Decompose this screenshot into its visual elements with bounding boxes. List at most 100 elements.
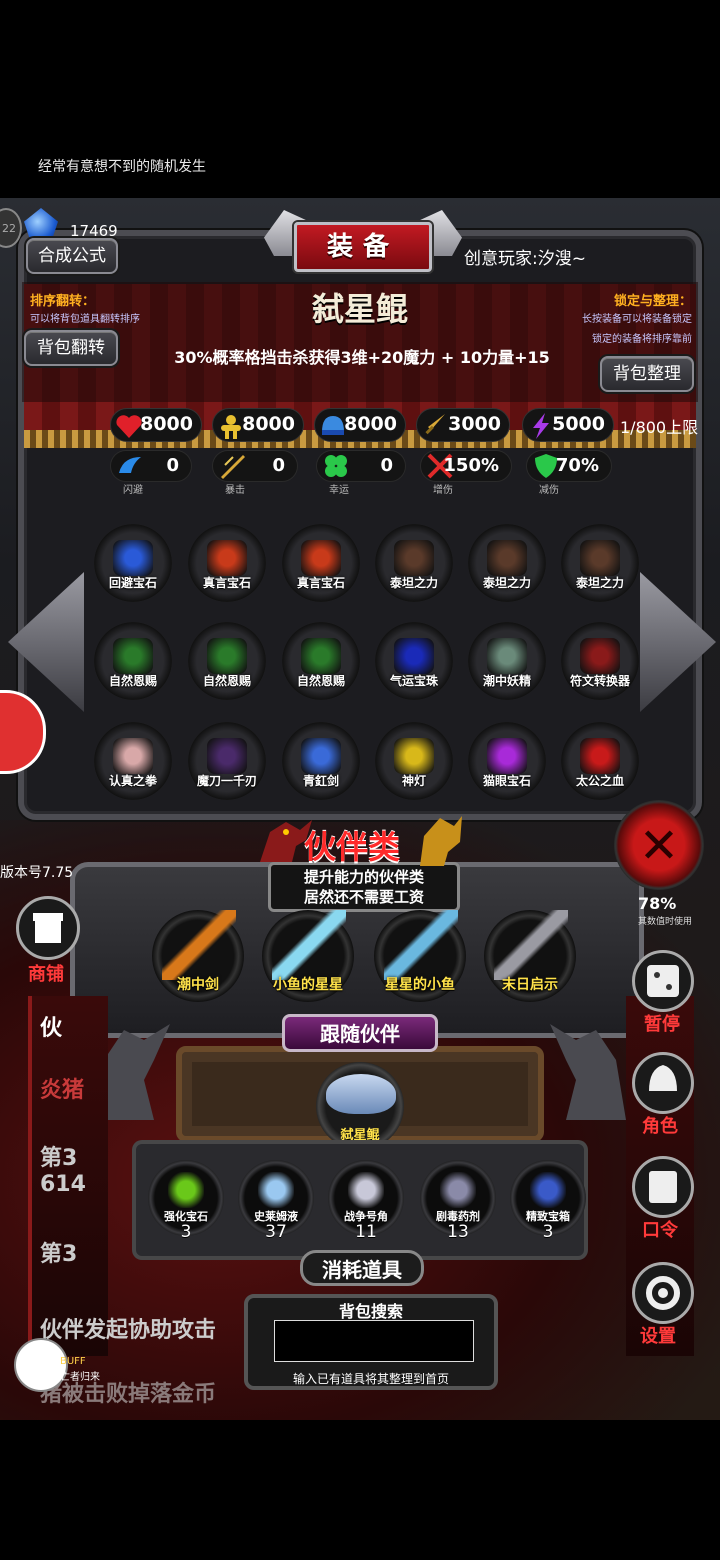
bag-search-input[interactable] <box>274 1320 474 1362</box>
gold-dragon-icon <box>420 816 462 866</box>
selected-item-desc: 30%概率格挡击杀获得3维+20魔力 + 10力量+15 <box>174 348 550 367</box>
bag-sort-button[interactable]: 背包整理 <box>600 356 694 392</box>
top-hint-text: 经常有意想不到的随机发生 <box>38 159 206 175</box>
stat-dodge-label: 闪避 <box>123 485 143 496</box>
log-line-3: 第3 <box>40 1146 78 1171</box>
item-slot[interactable]: 气运宝珠 <box>375 622 453 700</box>
title-banner: 装备 <box>264 206 458 282</box>
partner-slot[interactable]: 末日启示 <box>484 910 576 1002</box>
item-slot[interactable]: 青釭剑 <box>282 722 360 800</box>
partner-name: 末日启示 <box>502 977 558 993</box>
settings-button[interactable] <box>632 1262 694 1324</box>
partner-icon <box>162 910 236 980</box>
item-slot[interactable]: 潮中妖精 <box>468 622 546 700</box>
partner-name: 小鱼的星星 <box>273 977 343 993</box>
item-name: 青釭剑 <box>302 774 339 788</box>
item-icon <box>487 540 527 576</box>
item-name: 自然恩赐 <box>296 674 345 688</box>
item-slot[interactable]: 真言宝石 <box>188 524 266 602</box>
pause-button[interactable] <box>632 950 694 1012</box>
buff-label: BUFF <box>60 1356 86 1367</box>
item-slot[interactable]: 真言宝石 <box>282 524 360 602</box>
stat-attack: 3000 <box>416 408 510 442</box>
stat-dmg-bonus: 150% 增伤 <box>420 450 512 496</box>
consumable-count: 3 <box>180 1222 192 1242</box>
page-title: 装备 <box>326 232 399 262</box>
bag-flip-button[interactable]: 背包翻转 <box>24 330 118 366</box>
version-label: 版本号7.75 <box>0 865 74 881</box>
item-name: 回避宝石 <box>108 576 157 590</box>
stat-hp-value: 8000 <box>140 413 193 435</box>
item-name: 潮中妖精 <box>482 674 531 688</box>
partner-icon <box>384 910 458 980</box>
item-slot[interactable]: 泰坦之力 <box>375 524 453 602</box>
role-label: 角色 <box>642 1116 678 1137</box>
consumable-slot[interactable]: 战争号角 11 <box>328 1160 404 1242</box>
consumable-icon <box>168 1172 204 1208</box>
bag-search-hint: 输入已有道具将其整理到首页 <box>292 1372 449 1386</box>
consumable-slot[interactable]: 剧毒药剂 13 <box>420 1160 496 1242</box>
stat-luck-value: 0 <box>380 455 393 476</box>
clover-icon <box>325 455 347 477</box>
stat-luck: 0 幸运 <box>316 450 406 496</box>
consumable-slot[interactable]: 史莱姆液 37 <box>238 1160 314 1242</box>
item-slot[interactable]: 神灯 <box>375 722 453 800</box>
log-line-2: 炎猪 <box>40 1078 85 1103</box>
partner-sub-line-1: 提升能力的伙伴类 <box>303 868 424 886</box>
consumable-count: 3 <box>542 1222 554 1242</box>
close-button[interactable]: ✕ <box>614 800 704 890</box>
log-line-4: 614 <box>40 1172 86 1197</box>
stat-hp: 8000 <box>110 408 202 442</box>
item-icon <box>207 638 247 674</box>
close-icon: ✕ <box>638 818 680 874</box>
sword-icon <box>425 414 445 435</box>
formula-button[interactable]: 合成公式 <box>26 238 118 274</box>
item-slot[interactable]: 认真之拳 <box>94 722 172 800</box>
consumable-icon <box>348 1172 384 1208</box>
stat-luck-label: 幸运 <box>329 485 349 496</box>
shop-button[interactable] <box>16 896 80 960</box>
partner-slot[interactable]: 潮中剑 <box>152 910 244 1002</box>
item-slot[interactable]: 自然恩赐 <box>94 622 172 700</box>
item-icon <box>301 540 341 576</box>
item-icon <box>301 738 341 774</box>
item-slot[interactable]: 符文转换器 <box>561 622 639 700</box>
item-slot[interactable]: 回避宝石 <box>94 524 172 602</box>
code-button[interactable] <box>632 1156 694 1218</box>
stat-dodge-value: 0 <box>166 455 179 476</box>
item-icon <box>580 638 620 674</box>
consumables-label: 消耗道具 <box>322 1258 402 1282</box>
partner-sub-line-2: 居然还不需要工资 <box>303 888 424 906</box>
role-button[interactable] <box>632 1052 694 1114</box>
right-dragon-statue-icon <box>550 1024 626 1120</box>
book-icon <box>649 1171 677 1203</box>
code-label: 口令 <box>642 1220 678 1241</box>
stat-dmg-reduce: 70% 减伤 <box>526 450 612 496</box>
item-icon <box>487 638 527 674</box>
partner-slot[interactable]: 星星的小鱼 <box>374 910 466 1002</box>
stat-crit: 0 暴击 <box>212 450 298 496</box>
wing-icon <box>119 457 141 473</box>
item-slot[interactable]: 泰坦之力 <box>468 524 546 602</box>
stat-defense: 8000 <box>314 408 406 442</box>
item-slot[interactable]: 泰坦之力 <box>561 524 639 602</box>
item-slot[interactable]: 猫眼宝石 <box>468 722 546 800</box>
item-name: 符文转换器 <box>569 674 630 688</box>
item-slot[interactable]: 魔刀一千刃 <box>188 722 266 800</box>
consumable-slot[interactable]: 精致宝箱 3 <box>510 1160 586 1242</box>
item-icon <box>207 540 247 576</box>
item-slot[interactable]: 太公之血 <box>561 722 639 800</box>
stat-strength: 8000 <box>212 408 304 442</box>
item-slot[interactable]: 自然恩赐 <box>282 622 360 700</box>
item-name: 气运宝珠 <box>389 674 438 688</box>
item-slot[interactable]: 自然恩赐 <box>188 622 266 700</box>
partner-slot[interactable]: 小鱼的星星 <box>262 910 354 1002</box>
item-name: 真言宝石 <box>202 576 251 590</box>
stat-strength-value: 8000 <box>242 413 295 435</box>
consumable-slot[interactable]: 强化宝石 3 <box>148 1160 224 1242</box>
consumable-icon <box>530 1172 566 1208</box>
item-name: 真言宝石 <box>296 576 345 590</box>
stat-magic: 5000 <box>522 408 614 442</box>
item-icon <box>487 738 527 774</box>
shop-icon <box>33 913 63 943</box>
